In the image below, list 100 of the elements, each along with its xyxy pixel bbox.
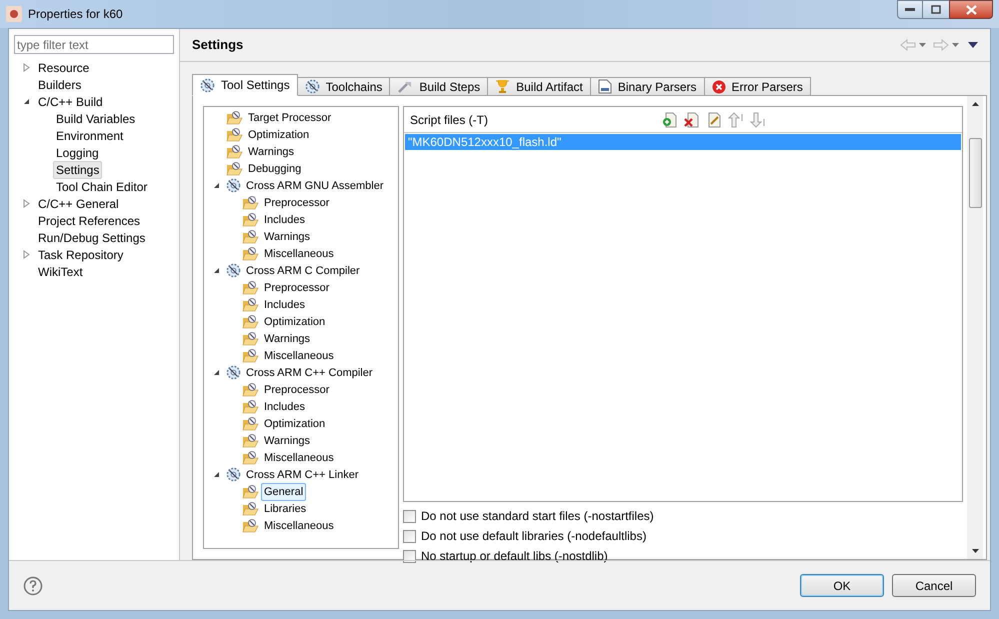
edit-file-icon[interactable]	[706, 112, 722, 128]
tree-item[interactable]: Cross ARM GNU Assembler	[243, 176, 387, 194]
move-down-icon[interactable]	[750, 112, 766, 128]
folder-gear-icon	[242, 195, 259, 210]
checkbox[interactable]	[403, 530, 416, 542]
tree-item[interactable]: Cross ARM C Compiler	[243, 262, 363, 280]
close-button[interactable]	[949, 0, 993, 19]
expanded-icon[interactable]	[213, 267, 220, 274]
nav-item[interactable]: C/C++ Build	[35, 92, 106, 110]
checkbox[interactable]	[403, 550, 416, 562]
filter-field[interactable]: type filter text	[14, 35, 174, 54]
scroll-thumb[interactable]	[968, 138, 982, 208]
folder-gear-icon	[226, 127, 243, 142]
folder-gear-icon	[226, 110, 243, 125]
folder-gear-icon	[242, 348, 259, 363]
tree-item[interactable]: Optimization	[261, 312, 328, 330]
tree-item[interactable]: Preprocessor	[261, 278, 332, 296]
checkbox-label: Do not use default libraries (-nodefaultlibs)	[421, 528, 646, 545]
collapsed-icon[interactable]	[23, 199, 30, 208]
nav-item[interactable]: Run/Debug Settings	[35, 228, 148, 246]
nav-item[interactable]: Resource	[35, 58, 92, 76]
tree-item[interactable]: Preprocessor	[261, 194, 332, 212]
folder-gear-icon	[242, 450, 259, 465]
nav-item[interactable]: Project References	[35, 212, 144, 230]
tree-item[interactable]: Cross ARM C++ Compiler	[243, 364, 376, 382]
tree-item[interactable]: General	[261, 482, 306, 500]
checkbox-label: Do not use standard start files (-nostartfiles)	[421, 508, 654, 525]
folder-gear-icon	[242, 501, 259, 516]
tree-item[interactable]: Includes	[261, 398, 308, 416]
dropdown-icon[interactable]	[952, 43, 959, 47]
expanded-icon[interactable]	[213, 369, 220, 376]
folder-gear-icon	[242, 246, 259, 261]
collapsed-icon[interactable]	[23, 63, 30, 72]
tree-item[interactable]: Warnings	[245, 142, 298, 160]
tree-item[interactable]: Preprocessor	[261, 380, 332, 398]
nav-item[interactable]: Builders	[35, 76, 84, 94]
expanded-icon[interactable]	[213, 182, 220, 189]
nav-item[interactable]: Tool Chain Editor	[53, 178, 150, 196]
nav-item[interactable]: Settings	[53, 160, 102, 178]
nav-item[interactable]: Logging	[53, 144, 102, 162]
tree-item[interactable]: Libraries	[261, 500, 310, 518]
section-label: Script files (-T)	[410, 112, 488, 128]
minimize-button[interactable]	[897, 0, 923, 19]
move-up-icon[interactable]	[728, 112, 744, 128]
app-icon	[6, 6, 22, 22]
tree-item[interactable]: Target Processor	[245, 108, 334, 126]
nav-item[interactable]: Build Variables	[53, 110, 138, 128]
checkbox-label: No startup or default libs (-nostdlib)	[421, 548, 608, 565]
tree-item[interactable]: Includes	[261, 296, 308, 314]
tab[interactable]: Toolchains	[296, 77, 390, 96]
tree-item[interactable]: Miscellaneous	[261, 244, 337, 262]
nav-item[interactable]: Task Repository	[35, 246, 126, 264]
expanded-icon[interactable]	[23, 98, 30, 105]
tree-item[interactable]: Debugging	[245, 160, 304, 178]
view-menu-icon[interactable]	[968, 42, 978, 48]
tree-item[interactable]: Miscellaneous	[261, 448, 337, 466]
nav-item[interactable]: WikiText	[35, 262, 86, 280]
folder-gear-icon	[242, 416, 259, 431]
scroll-up-icon[interactable]	[972, 102, 978, 106]
scrollbar[interactable]	[967, 96, 983, 559]
folder-gear-icon	[242, 280, 259, 295]
dialog-button[interactable]: OK	[800, 574, 884, 597]
folder-gear-icon	[242, 297, 259, 312]
folder-gear-icon	[242, 229, 259, 244]
collapsed-icon[interactable]	[23, 250, 30, 259]
expanded-icon[interactable]	[213, 471, 220, 478]
page-title: Settings	[192, 36, 244, 54]
minimize-icon	[905, 8, 915, 11]
tree-item[interactable]: Warnings	[261, 228, 314, 246]
nav-item[interactable]: C/C++ General	[35, 194, 122, 212]
tab[interactable]: Error Parsers	[704, 77, 811, 96]
tree-item[interactable]: Miscellaneous	[261, 516, 337, 534]
checkbox[interactable]	[403, 510, 416, 522]
tab[interactable]: Binary Parsers	[590, 77, 705, 96]
tree-item[interactable]: Warnings	[261, 330, 314, 348]
nav-item[interactable]: Environment	[53, 126, 126, 144]
folder-gear-icon	[242, 518, 259, 533]
tree-item[interactable]: Includes	[261, 210, 308, 228]
tree-item[interactable]: Warnings	[261, 432, 314, 450]
tree-item[interactable]: Cross ARM C++ Linker	[243, 466, 362, 484]
trophy-icon	[495, 79, 510, 94]
delete-file-icon[interactable]	[684, 112, 700, 128]
help-icon[interactable]	[23, 576, 43, 596]
scroll-down-icon[interactable]	[972, 549, 978, 553]
dialog-button[interactable]: Cancel	[892, 574, 976, 597]
gear-icon	[226, 467, 241, 482]
tab[interactable]: Build Artifact	[487, 77, 591, 96]
tab[interactable]: Tool Settings	[192, 74, 298, 96]
dropdown-icon[interactable]	[919, 43, 926, 47]
gear-icon	[200, 78, 215, 92]
close-icon	[966, 4, 976, 14]
tree-item[interactable]: Optimization	[245, 126, 312, 144]
gear-icon	[226, 178, 241, 193]
tree-item[interactable]: Optimization	[261, 414, 328, 432]
folder-gear-icon	[242, 399, 259, 414]
tab[interactable]: Build Steps	[389, 77, 488, 96]
maximize-button[interactable]	[923, 0, 949, 19]
window-title: Properties for k60	[28, 6, 123, 23]
add-file-icon[interactable]	[662, 112, 678, 128]
tree-item[interactable]: Miscellaneous	[261, 346, 337, 364]
